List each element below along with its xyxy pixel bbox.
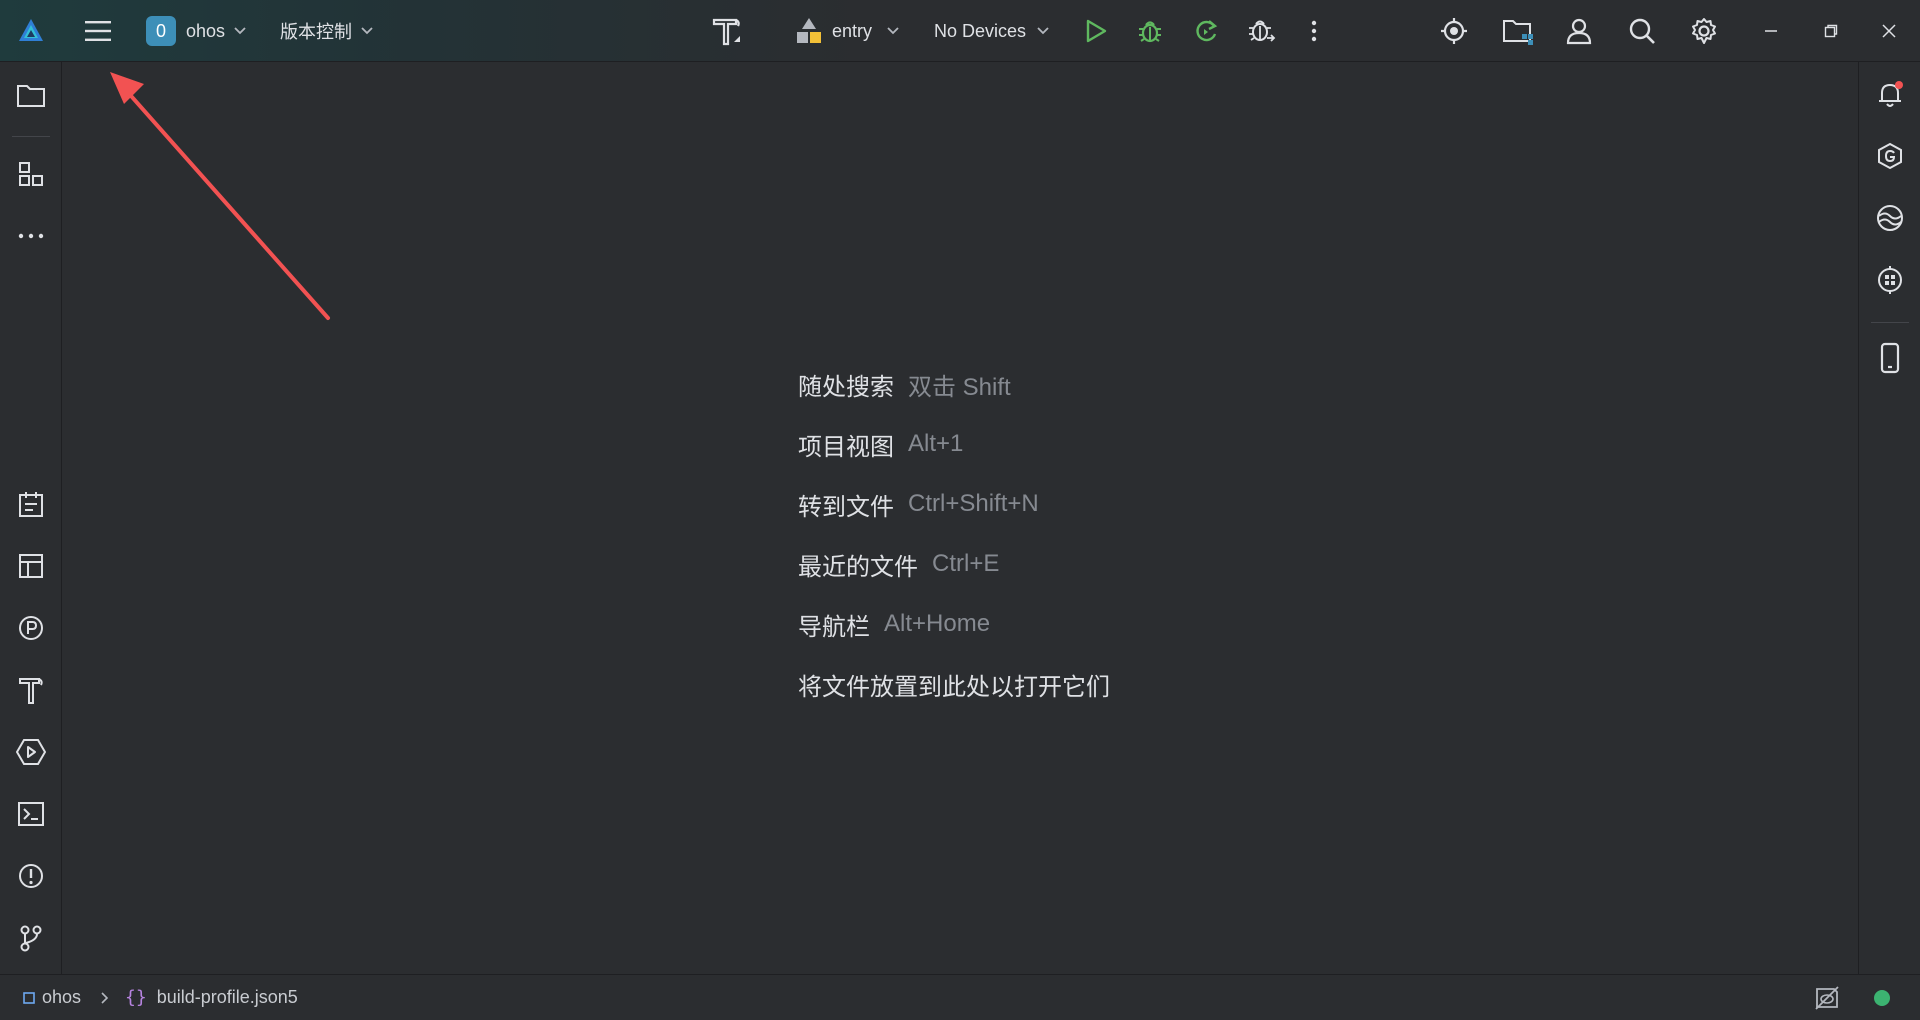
main-menu-icon[interactable] <box>84 0 112 62</box>
chevron-down-icon <box>234 27 246 35</box>
separator <box>12 136 50 137</box>
run-services-icon[interactable] <box>15 736 47 768</box>
right-tool-window-bar <box>1858 62 1920 974</box>
account-icon[interactable] <box>1566 0 1592 62</box>
empty-state-hints: 随处搜索 双击 Shift 项目视图 Alt+1 转到文件 Ctrl+Shift… <box>798 354 1110 714</box>
folder-icon[interactable] <box>15 80 47 112</box>
breadcrumb: ohos {} build-profile.json5 <box>22 987 298 1008</box>
module-name: entry <box>832 20 873 41</box>
project-folder-icon[interactable] <box>1502 0 1534 62</box>
device-label: No Devices <box>934 20 1027 41</box>
chevron-right-icon <box>101 991 109 1004</box>
notifications-icon[interactable] <box>1874 78 1906 110</box>
hint-label: 最近的文件 <box>798 553 918 581</box>
editor-area[interactable]: 随处搜索 双击 Shift 项目视图 Alt+1 转到文件 Ctrl+Shift… <box>62 62 1858 974</box>
breadcrumb-file[interactable]: build-profile.json5 <box>157 987 298 1008</box>
hint-drop-files: 将文件放置到此处以打开它们 <box>798 654 1110 714</box>
app-logo-icon[interactable] <box>16 0 46 62</box>
device-selector[interactable]: No Devices <box>934 0 1050 62</box>
hint-search-everywhere: 随处搜索 双击 Shift <box>798 354 1110 414</box>
hint-shortcut: Ctrl+Shift+N <box>908 490 1039 517</box>
hint-shortcut: Alt+Home <box>884 610 991 637</box>
hint-go-to-file: 转到文件 Ctrl+Shift+N <box>798 474 1110 534</box>
vcs-menu[interactable]: 版本控制 <box>280 0 374 62</box>
title-bar: 0 ohos 版本控制 entry No Devices <box>0 0 1920 62</box>
todo-icon[interactable] <box>15 488 47 520</box>
hint-recent-files: 最近的文件 Ctrl+E <box>798 534 1110 594</box>
attach-debugger-icon[interactable] <box>1246 0 1276 62</box>
chevron-down-icon <box>361 27 373 35</box>
layout-icon[interactable] <box>15 550 47 582</box>
breadcrumb-project[interactable]: ohos <box>42 987 81 1008</box>
git-icon[interactable] <box>15 922 47 954</box>
device-sync-icon[interactable] <box>1874 202 1906 234</box>
terminal-icon[interactable] <box>15 798 47 830</box>
vcs-label: 版本控制 <box>280 22 352 42</box>
module-selector[interactable]: entry <box>794 0 900 62</box>
hot-reload-icon[interactable] <box>1192 0 1220 62</box>
gradle-icon[interactable] <box>1874 140 1906 172</box>
hint-label: 将文件放置到此处以打开它们 <box>798 673 1110 701</box>
settings-gear-icon[interactable] <box>1690 0 1718 62</box>
inspection-off-icon[interactable] <box>1814 985 1840 1016</box>
restore-icon[interactable] <box>1824 0 1838 62</box>
chevron-down-icon <box>1037 27 1049 35</box>
debug-icon[interactable] <box>1136 0 1164 62</box>
hint-label: 项目视图 <box>798 433 894 461</box>
project-selector[interactable]: 0 ohos <box>146 0 247 62</box>
more-icon[interactable] <box>15 220 47 252</box>
hint-label: 导航栏 <box>798 613 870 641</box>
more-actions-icon[interactable] <box>1310 0 1318 62</box>
hint-shortcut: Ctrl+E <box>932 550 1000 577</box>
app-inspector-icon[interactable] <box>1874 264 1906 296</box>
structure-icon[interactable] <box>15 158 47 190</box>
module-square-icon <box>23 991 35 1004</box>
device-manager-icon[interactable] <box>1874 342 1906 374</box>
close-icon[interactable] <box>1882 0 1896 62</box>
hint-shortcut: Alt+1 <box>908 430 964 457</box>
left-tool-window-bar <box>0 62 62 974</box>
search-icon[interactable] <box>1628 0 1656 62</box>
status-bar: ohos {} build-profile.json5 <box>0 974 1920 1020</box>
problems-icon[interactable] <box>15 860 47 892</box>
json-file-icon: {} <box>125 987 147 1008</box>
editor-empty-state: 随处搜索 双击 Shift 项目视图 Alt+1 转到文件 Ctrl+Shift… <box>62 62 1858 974</box>
status-indicator[interactable] <box>1874 990 1890 1006</box>
build-hammer-icon[interactable] <box>710 0 744 62</box>
device-manager-target-icon[interactable] <box>1440 0 1468 62</box>
hint-project-view: 项目视图 Alt+1 <box>798 414 1110 474</box>
separator <box>1871 322 1909 323</box>
hint-label: 随处搜索 <box>798 373 894 401</box>
minimize-icon[interactable] <box>1764 0 1778 62</box>
build-icon[interactable] <box>15 674 47 706</box>
hint-label: 转到文件 <box>798 493 894 521</box>
project-badge: 0 <box>146 16 176 46</box>
profiler-icon[interactable] <box>15 612 47 644</box>
hint-navigation-bar: 导航栏 Alt+Home <box>798 594 1110 654</box>
hint-shortcut: 双击 Shift <box>908 373 1011 401</box>
module-icon <box>797 18 821 43</box>
project-name: ohos <box>186 20 226 41</box>
chevron-down-icon <box>887 27 899 35</box>
run-icon[interactable] <box>1084 0 1108 62</box>
